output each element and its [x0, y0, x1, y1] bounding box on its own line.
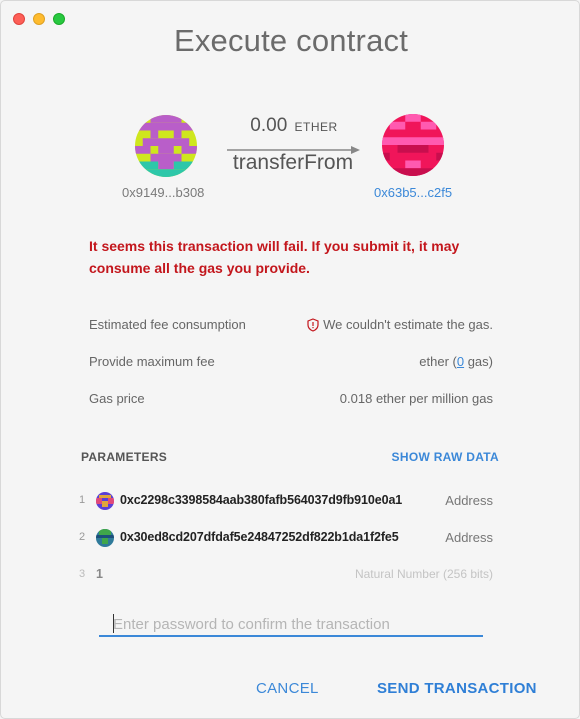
parameter-row: 1 0xc2298c3398584aab380fafb564037d9fb910…: [79, 492, 493, 512]
gas-price-label: Gas price: [89, 391, 145, 406]
parameter-type: Natural Number (256 bits): [354, 567, 493, 581]
parameter-index: 3: [79, 568, 86, 580]
send-transaction-button[interactable]: SEND TRANSACTION: [377, 680, 537, 697]
page-title: Execute contract: [173, 23, 409, 58]
parameter-type: Address: [445, 493, 493, 508]
text-cursor: [113, 614, 114, 633]
from-identicon[interactable]: [135, 115, 197, 177]
contract-method: transferFrom: [232, 151, 354, 174]
max-fee-row: Provide maximum fee ether (0 gas): [89, 354, 493, 369]
amount-unit: ETHER: [294, 120, 338, 134]
parameter-row: 3 1 Natural Number (256 bits): [79, 566, 493, 586]
max-fee-gas-input[interactable]: 0: [457, 354, 464, 369]
execute-contract-window: Execute contract 0x9149...b308 0.00 ETHE…: [0, 0, 580, 719]
max-fee-value: ether (0 gas): [419, 354, 493, 369]
parameter-value[interactable]: 0x30ed8cd207dfdaf5e24847252df822b1da1f2f…: [120, 530, 399, 544]
max-fee-suffix: gas): [464, 354, 493, 369]
fee-estimate-error: We couldn't estimate the gas.: [323, 317, 493, 332]
parameter-value[interactable]: 0xc2298c3398584aab380fafb564037d9fb910e0…: [120, 493, 402, 507]
parameter-value[interactable]: 1: [96, 567, 103, 581]
gas-price-value: 0.018 ether per million gas: [339, 391, 493, 406]
to-identicon[interactable]: [382, 114, 444, 176]
parameter-index: 2: [79, 531, 86, 543]
password-input[interactable]: [99, 611, 483, 637]
fee-estimate-label: Estimated fee consumption: [89, 317, 246, 332]
parameter-identicon: [96, 529, 114, 547]
fee-estimate-row: Estimated fee consumption We couldn't es…: [89, 317, 493, 332]
parameters-heading: PARAMETERS: [81, 450, 168, 464]
amount-value: 0.00: [250, 115, 288, 136]
shield-alert-icon: [307, 318, 319, 332]
gas-price-row: Gas price 0.018 ether per million gas: [89, 391, 493, 406]
show-raw-data-button[interactable]: SHOW RAW DATA: [392, 450, 499, 464]
failure-warning: It seems this transaction will fail. If …: [89, 238, 460, 276]
transfer-amount: 0.00 ETHER: [233, 115, 355, 137]
parameter-type: Address: [445, 530, 493, 545]
to-address[interactable]: 0x63b5...c2f5: [374, 185, 452, 200]
parameter-identicon: [96, 492, 114, 510]
from-address[interactable]: 0x9149...b308: [122, 185, 204, 200]
parameter-index: 1: [79, 494, 86, 506]
parameter-row: 2 0x30ed8cd207dfdaf5e24847252df822b1da1f…: [79, 529, 493, 549]
fee-estimate-value: We couldn't estimate the gas.: [307, 317, 493, 332]
cancel-button[interactable]: CANCEL: [256, 680, 319, 697]
max-fee-label: Provide maximum fee: [89, 354, 215, 369]
max-fee-unit: ether (: [419, 354, 457, 369]
